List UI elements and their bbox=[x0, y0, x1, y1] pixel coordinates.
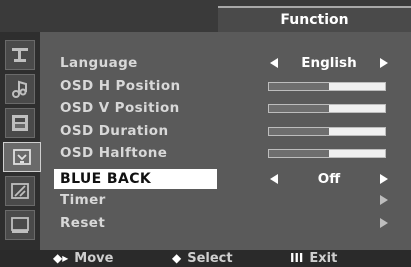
exit-label: Exit bbox=[309, 251, 338, 266]
select-arrows-icon: ◆ bbox=[172, 251, 182, 265]
image-adjust-icon[interactable] bbox=[5, 108, 35, 138]
menu-item-osd-duration[interactable]: OSD Duration bbox=[60, 121, 220, 141]
sidebar bbox=[0, 32, 42, 250]
menu-item-osd-h-position[interactable]: OSD H Position bbox=[60, 76, 220, 96]
menu-item-language[interactable]: Language bbox=[60, 53, 220, 73]
size-icon[interactable] bbox=[5, 176, 35, 206]
menu-item-osd-halftone[interactable]: OSD Halftone bbox=[60, 143, 220, 163]
slider-fill bbox=[269, 150, 330, 157]
bottom-hint-bar: ◆▸ Move ◆ Select III Exit bbox=[0, 250, 411, 267]
slider-fill bbox=[269, 83, 330, 90]
osd-h-position-slider[interactable] bbox=[268, 82, 386, 91]
osd-v-position-slider[interactable] bbox=[268, 104, 386, 113]
right-arrow-icon[interactable] bbox=[380, 58, 388, 68]
menu-item-osd-v-position[interactable]: OSD V Position bbox=[60, 98, 220, 118]
menu-item-timer[interactable]: Timer bbox=[60, 190, 220, 210]
audio-icon[interactable] bbox=[5, 74, 35, 104]
menu-panel: Language English OSD H Position OSD V Po… bbox=[42, 32, 411, 250]
move-arrows-icon: ◆▸ bbox=[53, 251, 69, 265]
picture-icon[interactable] bbox=[5, 40, 35, 70]
left-arrow-icon[interactable] bbox=[270, 174, 278, 184]
slider-fill bbox=[269, 128, 330, 135]
menu-item-reset[interactable]: Reset bbox=[60, 213, 220, 233]
osd-halftone-slider[interactable] bbox=[268, 149, 386, 158]
select-label: Select bbox=[187, 251, 233, 266]
input-icon[interactable] bbox=[5, 210, 35, 240]
language-value: English bbox=[301, 55, 357, 71]
slider-fill bbox=[269, 105, 330, 112]
right-arrow-icon[interactable] bbox=[380, 218, 388, 228]
top-bar: Function bbox=[0, 0, 411, 32]
right-arrow-icon[interactable] bbox=[380, 195, 388, 205]
menu-button-icon: III bbox=[290, 251, 304, 265]
reset-submenu-indicator[interactable] bbox=[264, 213, 388, 233]
move-hint: ◆▸ Move bbox=[53, 250, 113, 267]
osd-menu: Function Language English OSD H Position… bbox=[0, 0, 411, 267]
timer-submenu-indicator[interactable] bbox=[264, 190, 388, 210]
right-arrow-icon[interactable] bbox=[380, 174, 388, 184]
exit-hint: III Exit bbox=[290, 250, 337, 267]
language-selector[interactable]: English bbox=[264, 53, 388, 73]
menu-item-blue-back[interactable]: BLUE BACK bbox=[54, 169, 217, 189]
menu-title: Function bbox=[218, 6, 411, 32]
left-arrow-icon[interactable] bbox=[270, 58, 278, 68]
move-label: Move bbox=[74, 251, 114, 266]
blue-back-value: Off bbox=[317, 171, 341, 187]
function-icon[interactable] bbox=[3, 142, 41, 172]
osd-duration-slider[interactable] bbox=[268, 127, 386, 136]
select-hint: ◆ Select bbox=[172, 250, 233, 267]
blue-back-selector[interactable]: Off bbox=[264, 169, 388, 189]
